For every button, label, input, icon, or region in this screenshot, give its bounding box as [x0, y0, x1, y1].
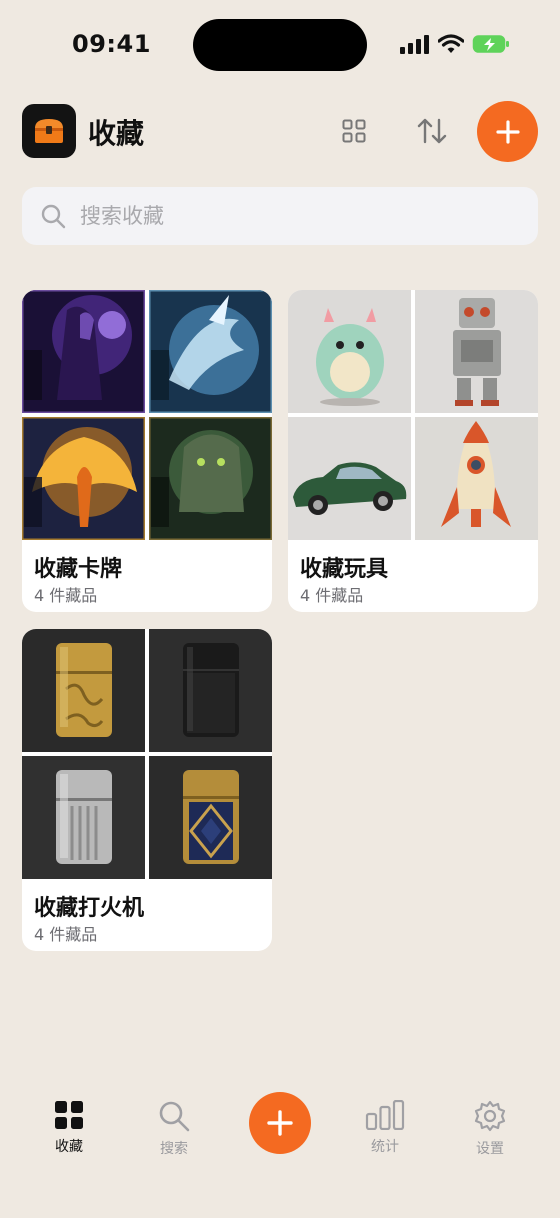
treasure-chest-icon: [35, 119, 63, 143]
collection-title: 收藏卡牌: [34, 557, 123, 582]
tab-label: 设置: [476, 1141, 504, 1157]
collection-count: 4 件藏品: [300, 586, 364, 605]
thumbnail-stone-golem-card: [149, 417, 272, 540]
tab-settings[interactable]: 设置: [450, 1100, 530, 1158]
thumbnail-grid: [288, 290, 538, 540]
collection-card-toys[interactable]: 收藏玩具 4 件藏品: [288, 290, 538, 612]
thumbnail-black-lighter: [149, 629, 272, 752]
thumbnail-rocket-toy: [415, 417, 538, 540]
sort-button[interactable]: [409, 108, 455, 154]
cellular-signal-icon: [400, 35, 429, 54]
thumbnail-dark-sorceress-card: [22, 290, 145, 413]
collection-count: 4 件藏品: [34, 925, 98, 944]
collection-title: 收藏玩具: [300, 557, 389, 582]
wifi-icon: [438, 34, 464, 53]
tab-bar: 收藏 搜索 统计 设置: [0, 1080, 560, 1218]
thumbnail-monster-toy: [288, 290, 411, 413]
battery-charging-icon: [472, 35, 509, 53]
thumbnail-phoenix-card: [22, 417, 145, 540]
thumbnail-tin-robot-toy: [415, 290, 538, 413]
grid-icon: [55, 1101, 83, 1129]
status-icons: [400, 34, 510, 54]
bar-chart-icon: [365, 1100, 405, 1130]
layout-toggle-button[interactable]: [331, 108, 377, 154]
tab-statistics[interactable]: 统计: [345, 1100, 425, 1156]
thumbnail-green-car-toy: [288, 417, 411, 540]
status-time: 09:41: [72, 30, 151, 58]
search-icon: [159, 1101, 190, 1132]
app-icon: [22, 104, 76, 158]
collection-card-lighters[interactable]: 收藏打火机 4 件藏品: [22, 629, 272, 951]
tab-label: 搜索: [160, 1141, 188, 1157]
sort-arrows-icon: [417, 118, 447, 144]
plus-icon: [267, 1110, 293, 1136]
search-input[interactable]: [78, 203, 502, 229]
gear-icon: [474, 1100, 506, 1132]
collection-title: 收藏打火机: [34, 896, 145, 921]
thumbnail-silver-lighter: [22, 756, 145, 879]
dynamic-island: [193, 19, 367, 71]
page-title: 收藏: [88, 117, 145, 150]
tab-collections[interactable]: 收藏: [29, 1100, 109, 1156]
collection-card-cards[interactable]: 收藏卡牌 4 件藏品: [22, 290, 272, 612]
search-bar[interactable]: [22, 187, 538, 245]
thumbnail-grid: [22, 629, 272, 879]
search-icon: [41, 204, 66, 229]
plus-icon: [495, 119, 520, 144]
thumbnail-grid: [22, 290, 272, 540]
tab-search[interactable]: 搜索: [134, 1100, 214, 1158]
thumbnail-ice-dragon-card: [149, 290, 272, 413]
tab-label: 收藏: [55, 1139, 83, 1155]
thumbnail-gold-engraved-lighter: [22, 629, 145, 752]
add-collection-button[interactable]: [477, 101, 538, 162]
thumbnail-art-deco-lighter: [149, 756, 272, 879]
add-item-button[interactable]: [249, 1092, 311, 1154]
tab-label: 统计: [371, 1139, 399, 1155]
collection-count: 4 件藏品: [34, 586, 98, 605]
grid-view-icon: [342, 119, 366, 143]
